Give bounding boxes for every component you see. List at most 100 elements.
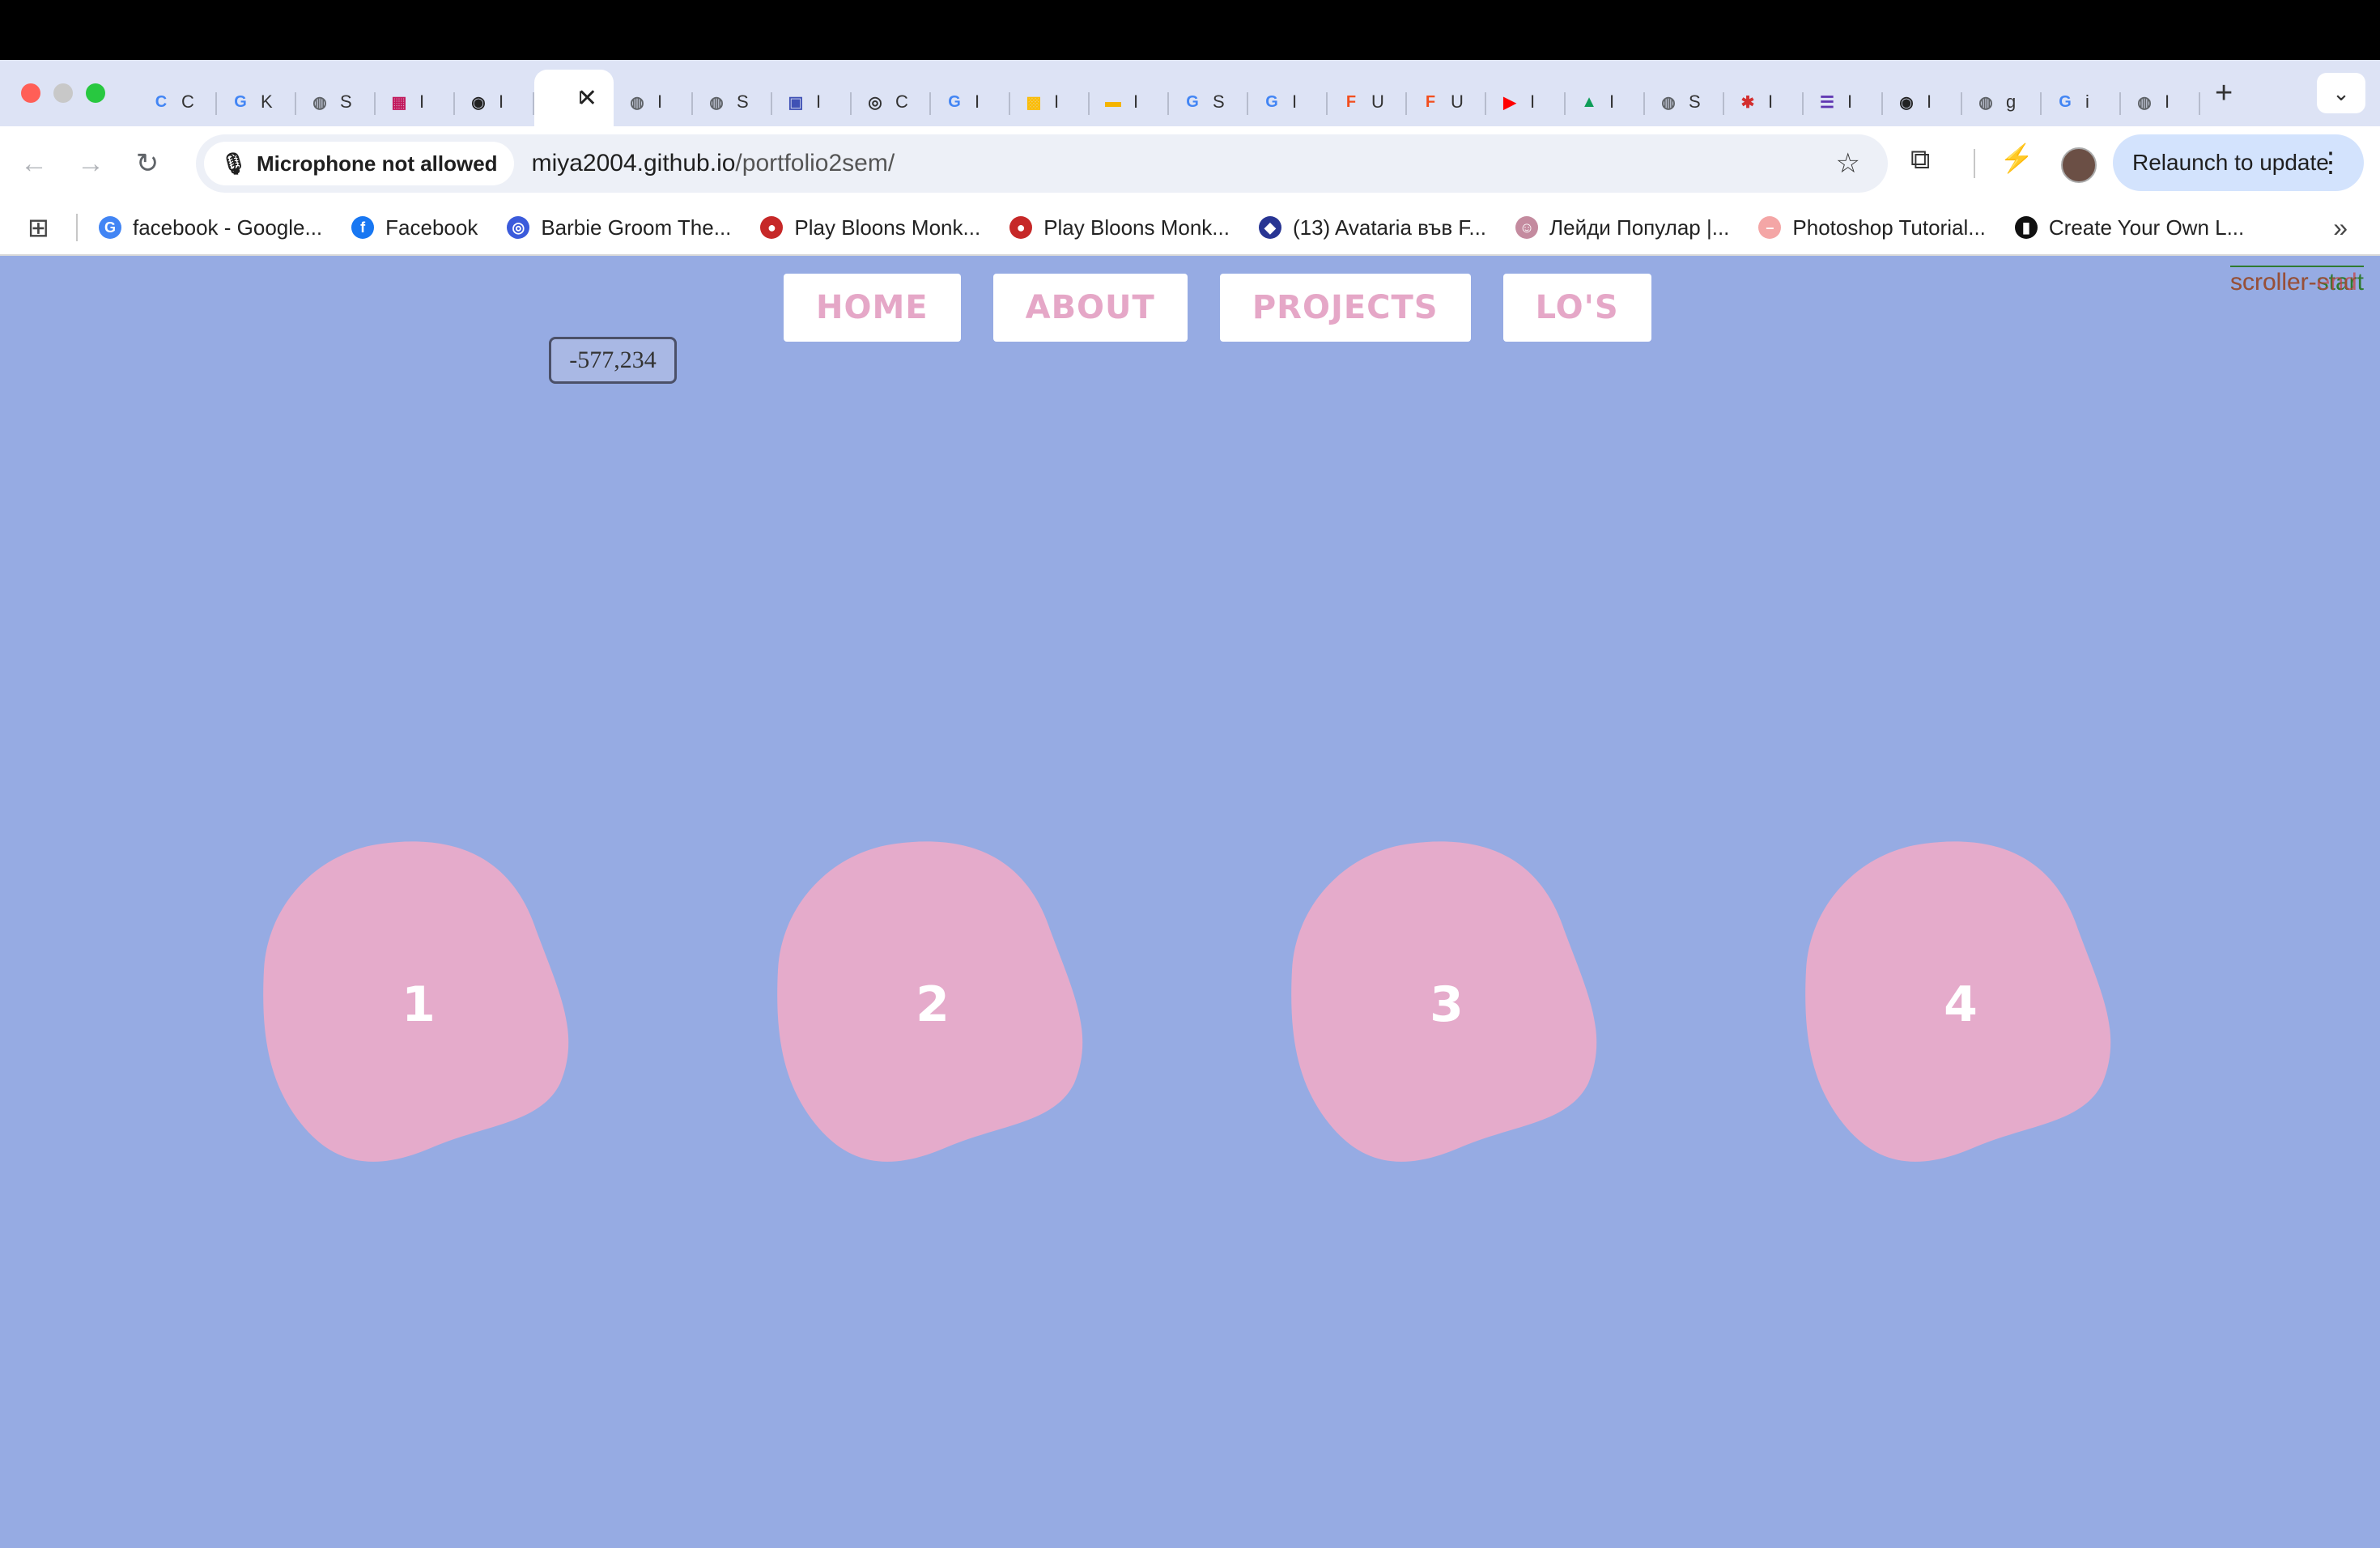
maximize-window-button[interactable] <box>86 83 105 103</box>
nav-about-button[interactable]: ABOUT <box>992 274 1188 342</box>
browser-tab[interactable]: ◍ I <box>2121 78 2200 126</box>
address-bar[interactable]: 🎙 Microphone not allowed miya2004.github… <box>196 134 1888 193</box>
browser-tab[interactable]: ◉ I <box>455 78 534 126</box>
browser-tab[interactable]: ▦ I <box>376 78 455 126</box>
tab-favicon-icon: C <box>155 92 168 111</box>
reload-icon[interactable]: ↻ <box>125 141 170 186</box>
browser-tab[interactable]: ▬ I <box>1090 78 1169 126</box>
browser-tab[interactable]: ◍ S <box>296 78 376 126</box>
tab-title: I <box>1927 91 1932 112</box>
bookmark-item[interactable]: Gfacebook - Google... <box>99 215 322 240</box>
tab-favicon-icon: ▬ <box>1105 92 1121 111</box>
tab-title: U <box>1371 91 1384 112</box>
browser-tab[interactable]: ▩ I <box>1010 78 1090 126</box>
tab-favicon-icon: ◎ <box>868 93 882 112</box>
tab-title: S <box>340 91 352 112</box>
url-host: miya2004.github.io <box>531 150 736 176</box>
nav-home-button[interactable]: HOME <box>784 274 961 342</box>
bookmark-item[interactable]: ◎ Barbie Groom The... <box>507 215 731 240</box>
browser-tab[interactable]: FU <box>1328 78 1407 126</box>
browser-tab[interactable]: CC <box>138 78 217 126</box>
forward-arrow-icon[interactable]: → <box>68 141 113 186</box>
browser-tab[interactable]: ◍ g <box>1962 78 2042 126</box>
bookmark-item[interactable]: – Photoshop Tutorial... <box>1758 215 1986 240</box>
coordinate-readout: -577,234 <box>549 337 677 384</box>
browser-tab[interactable]: GI <box>1248 78 1328 126</box>
bookmark-item[interactable]: ☺ Лейди Популар |... <box>1515 215 1729 240</box>
bookmark-star-icon[interactable]: ☆ <box>1836 147 1860 180</box>
browser-toolbar: ← → ↻ 🎙 Microphone not allowed miya2004.… <box>0 126 2380 201</box>
tab-favicon-icon: G <box>2059 92 2072 111</box>
tab-favicon-icon: G <box>234 92 247 111</box>
browser-tab[interactable]: ✱ I <box>1724 78 1804 126</box>
browser-tab[interactable]: ☰ I <box>1804 78 1883 126</box>
tab-strip: C C G K ◍ S ▦ I ◉ I I ✕ ◍ I ◍ S ▣ I ◎ C G I ▩ I ▬ I G S G I F U F U ▶ I ▲ I ◍ S… <box>0 60 2380 126</box>
browser-tab[interactable]: Gi <box>2042 78 2121 126</box>
browser-tab-active[interactable]: I ✕ <box>534 70 614 126</box>
tab-title: I <box>1609 91 1615 112</box>
tabs-container: C C G K ◍ S ▦ I ◉ I I ✕ ◍ I ◍ S ▣ I ◎ C G I ▩ I ▬ I G S G I F U F U ▶ I ▲ I ◍ S… <box>138 60 2200 126</box>
tab-title: I <box>419 91 425 112</box>
browser-tab[interactable]: ◎ C <box>852 78 931 126</box>
apps-grid-icon[interactable]: ⊞ <box>28 212 60 243</box>
bookmark-item[interactable]: ▮ Create Your Own L... <box>2014 215 2245 240</box>
browser-tab[interactable]: ◍ I <box>614 78 693 126</box>
tab-search-chevron-icon[interactable]: ⌄ <box>2317 73 2365 113</box>
scroller-marker: scroller-start scroller-end <box>2229 266 2364 296</box>
close-tab-icon[interactable]: ✕ <box>577 84 597 113</box>
site-nav: HOME ABOUT PROJECTS LO'S <box>784 274 1651 342</box>
nav-los-button[interactable]: LO'S <box>1502 274 1651 342</box>
tab-favicon-icon: G <box>1186 92 1199 111</box>
bookmark-favicon-icon: ◎ <box>507 216 530 239</box>
window-top-bar <box>0 0 2380 60</box>
url-text[interactable]: miya2004.github.io/portfolio2sem/ <box>532 150 895 177</box>
bookmark-label: Лейди Популар |... <box>1549 215 1730 240</box>
browser-tab[interactable]: ▶ I <box>1486 78 1566 126</box>
project-blob-2[interactable]: 2 <box>775 840 1090 1169</box>
tab-favicon-icon: ◉ <box>1899 93 1914 112</box>
browser-tab[interactable]: FU <box>1407 78 1486 126</box>
bookmark-label: (13) Avataria във F... <box>1292 215 1487 240</box>
tab-favicon-icon: ▣ <box>788 93 804 112</box>
close-window-button[interactable] <box>21 83 40 103</box>
back-arrow-icon[interactable]: ← <box>11 141 57 186</box>
microphone-blocked-chip[interactable]: 🎙 Microphone not allowed <box>204 142 514 185</box>
browser-tab[interactable]: ◍ S <box>1645 78 1724 126</box>
tab-favicon-icon: G <box>948 92 961 111</box>
browser-tab[interactable]: GI <box>931 78 1010 126</box>
project-blob-4[interactable]: 4 <box>1803 840 2119 1169</box>
project-blob-1[interactable]: 1 <box>261 840 576 1169</box>
performance-icon[interactable]: ⚡ <box>2000 142 2034 175</box>
scroller-end-label: scroller-end <box>2229 269 2357 296</box>
tab-title: I <box>975 91 980 112</box>
bookmark-item[interactable]: ● Play Bloons Monk... <box>760 215 980 240</box>
extensions-puzzle-icon[interactable]: ⧉ <box>1910 144 1949 183</box>
browser-tab[interactable]: ▣ I <box>772 78 852 126</box>
browser-tab[interactable]: ▲ I <box>1566 78 1645 126</box>
tab-title: C <box>895 91 908 112</box>
microphone-off-icon: 🎙 <box>220 151 248 176</box>
nav-projects-button[interactable]: PROJECTS <box>1219 274 1471 342</box>
bookmark-label: Create Your Own L... <box>2048 215 2245 240</box>
bookmark-favicon-icon: ▮ <box>2014 216 2038 239</box>
browser-tab[interactable]: GK <box>217 78 296 126</box>
minimize-window-button[interactable] <box>53 83 73 103</box>
bookmark-item[interactable]: ● Play Bloons Monk... <box>1009 215 1230 240</box>
new-tab-button[interactable]: + <box>2215 76 2233 111</box>
bookmark-favicon-icon: G <box>99 216 121 239</box>
tab-title: I <box>1530 91 1536 112</box>
relaunch-to-update-button[interactable]: Relaunch to update ⋮ <box>2113 134 2364 191</box>
browser-tab[interactable]: ◉ I <box>1883 78 1962 126</box>
bookmark-item[interactable]: ◆ (13) Avataria във F... <box>1258 215 1487 240</box>
project-blob-3[interactable]: 3 <box>1289 840 1604 1169</box>
tab-title: I <box>657 91 663 112</box>
tab-title: I <box>499 91 504 112</box>
tab-favicon-icon <box>546 86 570 110</box>
browser-tab[interactable]: ◍ S <box>693 78 772 126</box>
more-bookmarks-chevron-icon[interactable]: » <box>2333 213 2348 243</box>
profile-avatar[interactable] <box>2061 147 2097 183</box>
bookmark-item[interactable]: f Facebook <box>351 215 478 240</box>
browser-tab[interactable]: GS <box>1169 78 1248 126</box>
bookmark-favicon-icon: ● <box>1009 216 1033 239</box>
more-menu-icon[interactable]: ⋮ <box>2317 147 2344 179</box>
